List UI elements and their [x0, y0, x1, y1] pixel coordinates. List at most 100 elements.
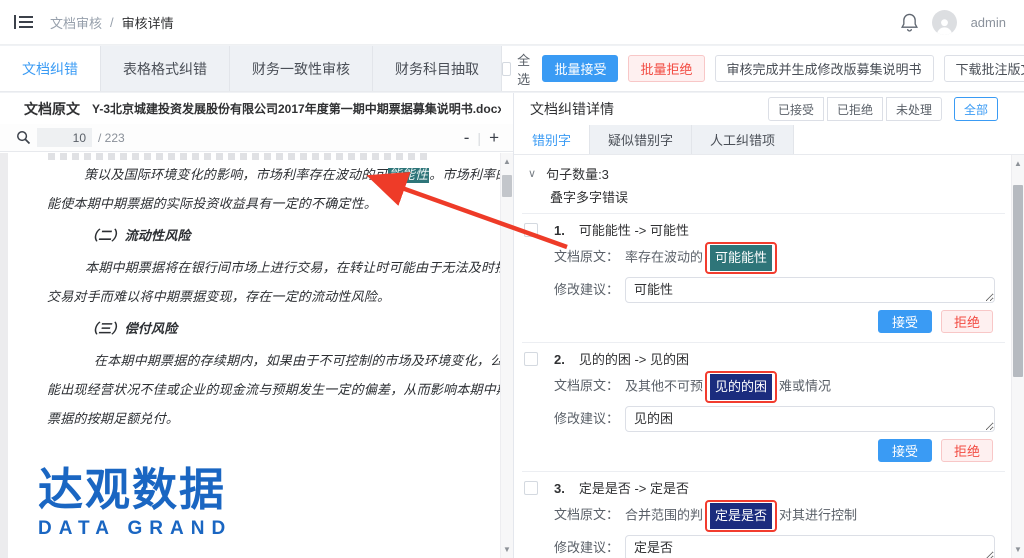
batch-accept-button[interactable]: 批量接受 [542, 55, 618, 82]
original-pre: 率存在波动的 [625, 249, 703, 264]
breadcrumb-root[interactable]: 文档审核 [50, 13, 102, 32]
item-number: 2. [554, 352, 565, 367]
breadcrumb-current: 审核详情 [122, 13, 174, 32]
item-number: 1. [554, 223, 565, 238]
correction-list: ∨ 句子数量:3 叠字多字错误 1. 可能能性 -> 可能性 文档原文： 率存在波动… [514, 155, 1011, 558]
page-number-input[interactable] [37, 128, 92, 147]
doc-line: 交易对手而难以将中期票据变现，存在一定的流动性风险。 [47, 283, 473, 312]
accept-button[interactable]: 接受 [878, 310, 932, 333]
original-label: 文档原文： [554, 249, 619, 264]
item-rule: 可能能性 -> 可能性 [579, 223, 689, 238]
item-number: 3. [554, 481, 565, 496]
suggestion-label: 修改建议： [554, 277, 619, 303]
tab-suspected-typos[interactable]: 疑似错别字 [590, 125, 692, 154]
doc-line: 能使本期中期票据的实际投资收益具有一定的不确定性。 [47, 190, 473, 219]
doc-line: 能出现经营状况不佳或企业的现金流与预期发生一定的偏差，从而影响本期中期 [47, 376, 473, 405]
clipped-text-line [48, 153, 427, 160]
scroll-down-arrow[interactable]: ▼ [1012, 543, 1024, 556]
error-item: 3. 定是是否 -> 定是否 文档原文： 合并范围的判定是是否对其进行控制 修改建议… [522, 472, 1005, 558]
group-title: 句子数量:3 [546, 164, 609, 183]
error-item: 1. 可能能性 -> 可能性 文档原文： 率存在波动的可能能性 修改建议：可能性 接… [522, 214, 1005, 343]
accept-button[interactable]: 接受 [878, 439, 932, 462]
doc-line: 策以及国际环境变化的影响，市场利率存在波动的可能能性。市场利率的波动可 [47, 161, 473, 190]
zoom-divider: | [477, 130, 481, 146]
filter-rejected-button[interactable]: 已拒绝 [827, 97, 883, 121]
tab-finance-consistency[interactable]: 财务一致性审核 [230, 46, 373, 91]
scroll-down-arrow[interactable]: ▼ [501, 543, 513, 556]
scrollbar-thumb[interactable] [1013, 185, 1023, 377]
user-avatar[interactable] [932, 10, 957, 35]
error-group-header[interactable]: ∨ 句子数量:3 叠字多字错误 [522, 155, 1005, 214]
original-post: 难或情况 [779, 378, 831, 393]
logo-chinese: 达观数据 [38, 465, 232, 515]
select-all-checkbox[interactable] [502, 62, 511, 76]
filter-all-button[interactable]: 全部 [954, 97, 998, 121]
chevron-down-icon[interactable]: ∨ [528, 167, 536, 180]
suggestion-label: 修改建议： [554, 535, 619, 558]
collapse-menu-icon[interactable] [14, 14, 34, 30]
document-scrollbar[interactable]: ▲ ▼ [500, 153, 513, 558]
filter-accepted-button[interactable]: 已接受 [768, 97, 824, 121]
doc-line: 在本期中期票据的存续期内，如果由于不可控制的市场及环境变化，公司可 [47, 347, 473, 376]
suggestion-input[interactable]: 定是否 [625, 535, 995, 558]
original-label: 文档原文： [554, 378, 619, 393]
group-subtitle: 叠字多字错误 [550, 187, 1005, 206]
select-all-label: 全选 [517, 50, 532, 88]
document-panel: 文档原文 Y-3北京城建投资发展股份有限公司2017年度第一期中期票据募集说明书… [0, 93, 514, 558]
doc-error-highlight: 能能性 [388, 168, 430, 183]
tab-table-format[interactable]: 表格格式纠错 [101, 46, 230, 91]
suggestion-input[interactable]: 见的困 [625, 406, 995, 432]
filter-pending-button[interactable]: 未处理 [886, 97, 942, 121]
main-tab-bar: 文档纠错 表格格式纠错 财务一致性审核 财务科目抽取 [0, 46, 502, 91]
download-annotated-button[interactable]: 下载批注版文件 [944, 55, 1024, 82]
pdf-toolbar: / 223 - | + [0, 124, 513, 152]
scroll-up-arrow[interactable]: ▲ [501, 155, 513, 168]
item-checkbox[interactable] [524, 352, 538, 366]
item-checkbox[interactable] [524, 481, 538, 495]
original-label: 文档原文： [554, 507, 619, 522]
suggestion-label: 修改建议： [554, 406, 619, 432]
correction-scrollbar[interactable]: ▲ ▼ [1011, 155, 1024, 558]
original-post: 对其进行控制 [779, 507, 857, 522]
zoom-out-button[interactable]: - [464, 129, 470, 146]
reject-button[interactable]: 拒绝 [941, 439, 993, 462]
document-text: 策以及国际环境变化的影响，市场利率存在波动的可能能性。市场利率的波动可 能使本期… [47, 161, 473, 434]
doc-line: 票据的按期足额兑付。 [47, 405, 473, 434]
suggestion-input[interactable]: 可能性 [625, 277, 995, 303]
tab-manual-corrections[interactable]: 人工纠错项 [692, 125, 794, 154]
item-checkbox[interactable] [524, 223, 538, 237]
doc-heading: （二）流动性风险 [47, 222, 473, 251]
search-icon[interactable] [16, 130, 31, 145]
zoom-in-button[interactable]: + [489, 129, 499, 146]
scroll-up-arrow[interactable]: ▲ [1012, 157, 1024, 170]
datagrand-logo: 达观数据 DATA GRAND [38, 465, 232, 541]
top-bar: 文档审核 / 审核详情 admin [0, 0, 1024, 45]
reject-button[interactable]: 拒绝 [941, 310, 993, 333]
document-panel-title: 文档原文 [24, 99, 80, 119]
page-gutter [0, 153, 8, 558]
error-item: 2.见的的困 -> 见的困 文档原文：及其他不可预见的的困难或情况 修改建议：见… [522, 343, 1005, 472]
correction-panel-title: 文档纠错详情 [530, 99, 614, 119]
document-viewer: 策以及国际环境变化的影响，市场利率存在波动的可能能性。市场利率的波动可 能使本期… [0, 153, 513, 558]
username-label: admin [971, 15, 1006, 30]
document-filename: Y-3北京城建投资发展股份有限公司2017年度第一期中期票据募集说明书.docx [92, 100, 501, 117]
batch-reject-button[interactable]: 批量拒绝 [628, 55, 704, 82]
tab-finance-subject[interactable]: 财务科目抽取 [373, 46, 502, 91]
notification-bell-icon[interactable] [901, 13, 918, 32]
correction-tab-bar: 错别字 疑似错别字 人工纠错项 [514, 125, 1024, 155]
error-red-box: 定是是否 [705, 500, 777, 532]
complete-generate-button[interactable]: 审核完成并生成修改版募集说明书 [715, 55, 934, 82]
scrollbar-thumb[interactable] [502, 175, 512, 197]
error-red-box: 可能能性 [705, 242, 777, 274]
tab-typos[interactable]: 错别字 [514, 125, 590, 154]
original-pre: 合并范围的判 [625, 507, 703, 522]
tab-doc-correction[interactable]: 文档纠错 [0, 46, 101, 91]
error-highlight-chip: 定是是否 [710, 503, 772, 529]
item-rule: 定是是否 -> 定是否 [579, 481, 689, 496]
doc-heading: （三）偿付风险 [47, 315, 473, 344]
item-rule: 见的的困 -> 见的困 [579, 352, 689, 367]
doc-line: 本期中期票据将在银行间市场上进行交易，在转让时可能由于无法及时找到 [47, 254, 473, 283]
page-total-label: / 223 [98, 131, 125, 145]
breadcrumb-separator: / [110, 15, 114, 30]
error-red-box: 见的的困 [705, 371, 777, 403]
